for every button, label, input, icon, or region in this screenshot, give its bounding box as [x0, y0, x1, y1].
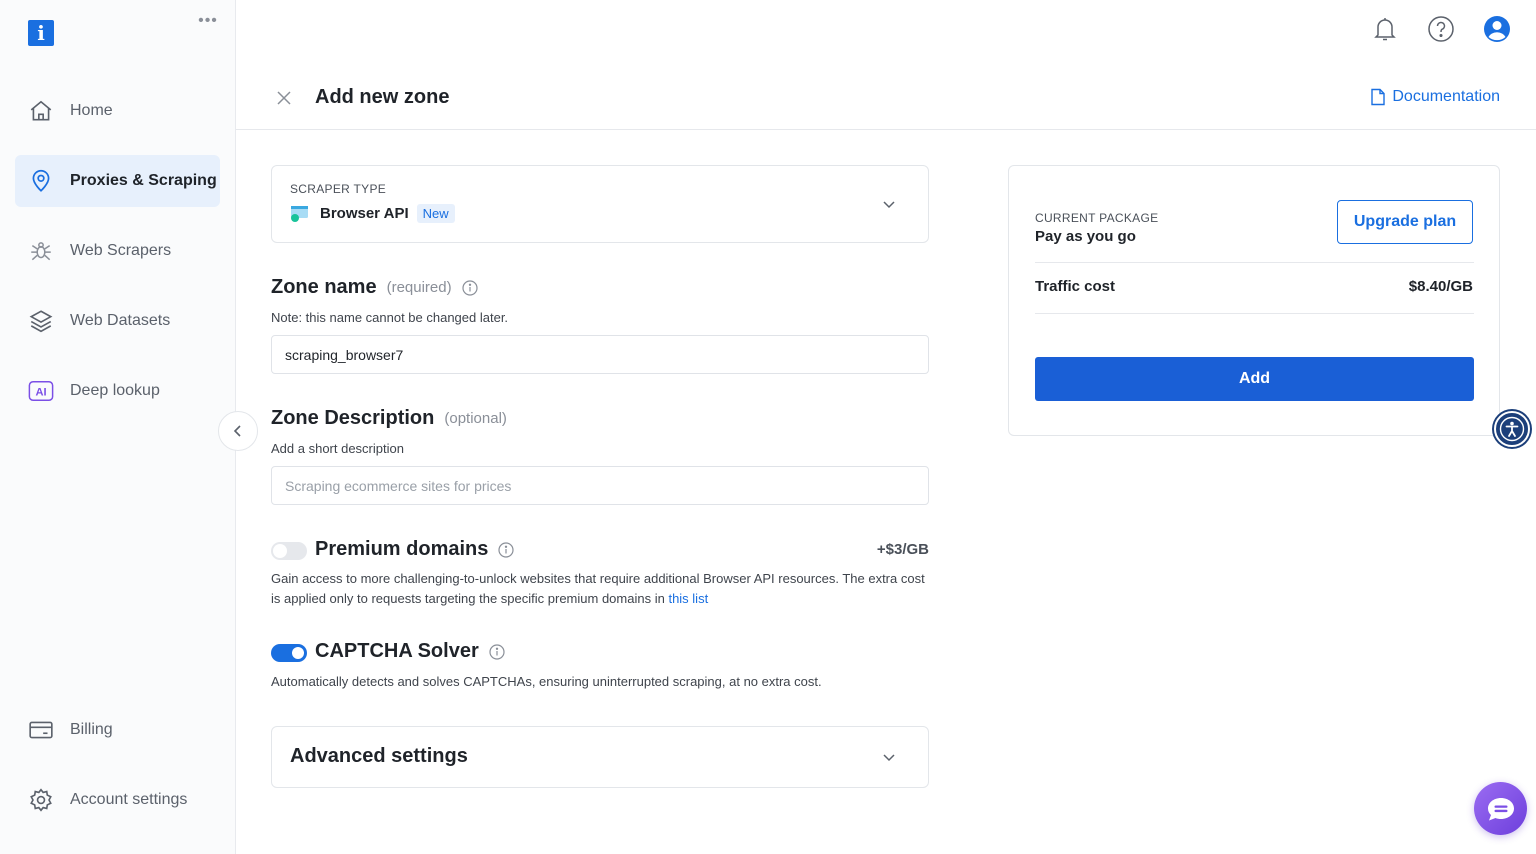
- scraper-type-name: Browser API: [320, 205, 409, 222]
- advanced-settings-title: Advanced settings: [290, 745, 468, 767]
- spider-icon: [27, 237, 55, 265]
- zone-description-note: Add a short description: [271, 441, 404, 456]
- page-header: Add new zone Documentation: [236, 66, 1536, 130]
- zone-description-title: Zone Description: [271, 407, 435, 429]
- premium-domains-description-text: Gain access to more challenging-to-unloc…: [271, 571, 925, 606]
- add-button[interactable]: Add: [1035, 357, 1474, 401]
- captcha-solver-heading: CAPTCHA Solver: [315, 640, 505, 663]
- sidebar-item-web-scrapers[interactable]: Web Scrapers: [15, 225, 220, 277]
- location-pin-icon: [27, 167, 55, 195]
- sidebar-item-label: Account settings: [70, 791, 188, 808]
- advanced-settings-expander[interactable]: Advanced settings: [271, 726, 929, 788]
- accessibility-button[interactable]: [1494, 411, 1530, 447]
- traffic-cost-value: $8.40/GB: [1408, 278, 1473, 295]
- chat-button[interactable]: [1474, 782, 1527, 835]
- sidebar-item-label: Web Scrapers: [70, 242, 172, 259]
- divider: [1035, 262, 1474, 263]
- zone-description-heading: Zone Description (optional): [271, 407, 507, 430]
- chat-icon: [1487, 797, 1514, 820]
- scraper-type-select[interactable]: SCRAPER TYPE Browser API New: [271, 165, 929, 243]
- package-summary-card: CURRENT PACKAGE Pay as you go Upgrade pl…: [1008, 165, 1500, 436]
- current-package-label: CURRENT PACKAGE: [1035, 211, 1159, 225]
- sidebar-item-web-datasets[interactable]: Web Datasets: [15, 295, 220, 347]
- sidebar-item-label: Billing: [70, 721, 113, 738]
- svg-text:AI: AI: [35, 387, 46, 399]
- divider: [1035, 313, 1474, 314]
- sidebar-item-label: Deep lookup: [70, 382, 160, 399]
- user-icon[interactable]: [1482, 14, 1512, 44]
- sidebar-item-proxies-scraping[interactable]: Proxies & Scraping: [15, 155, 220, 207]
- scraper-type-value: Browser API New: [290, 204, 455, 223]
- sidebar-item-home[interactable]: Home: [15, 85, 220, 137]
- page-title: Add new zone: [315, 86, 450, 108]
- current-package-name: Pay as you go: [1035, 228, 1136, 245]
- collapse-sidebar-button[interactable]: [218, 411, 258, 451]
- home-icon: [27, 97, 55, 125]
- this-list-link[interactable]: this list: [668, 591, 708, 606]
- layers-icon: [27, 307, 55, 335]
- sidebar-item-label: Home: [70, 102, 113, 119]
- premium-domains-price: +$3/GB: [876, 541, 929, 558]
- captcha-solver-description: Automatically detects and solves CAPTCHA…: [271, 674, 822, 689]
- chevron-down-icon: [883, 201, 895, 209]
- close-icon[interactable]: [274, 88, 294, 108]
- zone-name-title: Zone name: [271, 276, 377, 298]
- ai-icon: AI: [27, 377, 55, 405]
- help-icon[interactable]: [1426, 14, 1456, 44]
- zone-name-note: Note: this name cannot be changed later.: [271, 310, 509, 325]
- bell-icon[interactable]: [1370, 14, 1400, 44]
- scraper-type-label: SCRAPER TYPE: [290, 182, 387, 196]
- new-badge: New: [416, 204, 455, 223]
- sidebar: i ••• Home Proxies & Scraping Web Scrape…: [0, 0, 236, 854]
- gear-icon: [27, 786, 55, 814]
- document-icon: [1371, 88, 1386, 106]
- zone-name-input[interactable]: [271, 335, 929, 374]
- zone-description-qualifier: (optional): [444, 410, 507, 427]
- chevron-left-icon: [233, 425, 241, 437]
- sidebar-item-account-settings[interactable]: Account settings: [15, 774, 220, 826]
- captcha-solver-toggle[interactable]: [271, 644, 307, 662]
- info-icon[interactable]: [462, 279, 478, 296]
- documentation-label: Documentation: [1392, 88, 1500, 105]
- premium-domains-toggle[interactable]: [271, 542, 307, 560]
- top-bar-icons: [1370, 14, 1512, 44]
- zone-description-input[interactable]: [271, 466, 929, 505]
- documentation-link[interactable]: Documentation: [1370, 88, 1500, 106]
- premium-domains-heading: Premium domains: [315, 538, 514, 561]
- chevron-down-icon: [883, 754, 895, 762]
- zone-name-qualifier: (required): [386, 279, 452, 296]
- info-icon[interactable]: [498, 541, 514, 558]
- sidebar-item-label: Web Datasets: [70, 312, 171, 329]
- accessibility-icon: [1499, 416, 1525, 442]
- sidebar-item-billing[interactable]: Billing: [15, 704, 220, 756]
- premium-domains-description: Gain access to more challenging-to-unloc…: [271, 569, 931, 609]
- zone-name-heading: Zone name (required): [271, 276, 478, 299]
- more-options-button[interactable]: •••: [196, 12, 220, 34]
- traffic-cost-label: Traffic cost: [1035, 278, 1116, 295]
- info-icon[interactable]: [489, 643, 505, 660]
- captcha-solver-title: CAPTCHA Solver: [315, 640, 479, 662]
- browser-api-icon: [291, 205, 308, 222]
- logo[interactable]: i: [28, 20, 54, 46]
- upgrade-plan-button[interactable]: Upgrade plan: [1337, 200, 1473, 244]
- card-icon: [27, 716, 55, 744]
- sidebar-item-deep-lookup[interactable]: AI Deep lookup: [15, 365, 220, 417]
- premium-domains-title: Premium domains: [315, 538, 489, 560]
- sidebar-item-label: Proxies & Scraping: [70, 172, 217, 189]
